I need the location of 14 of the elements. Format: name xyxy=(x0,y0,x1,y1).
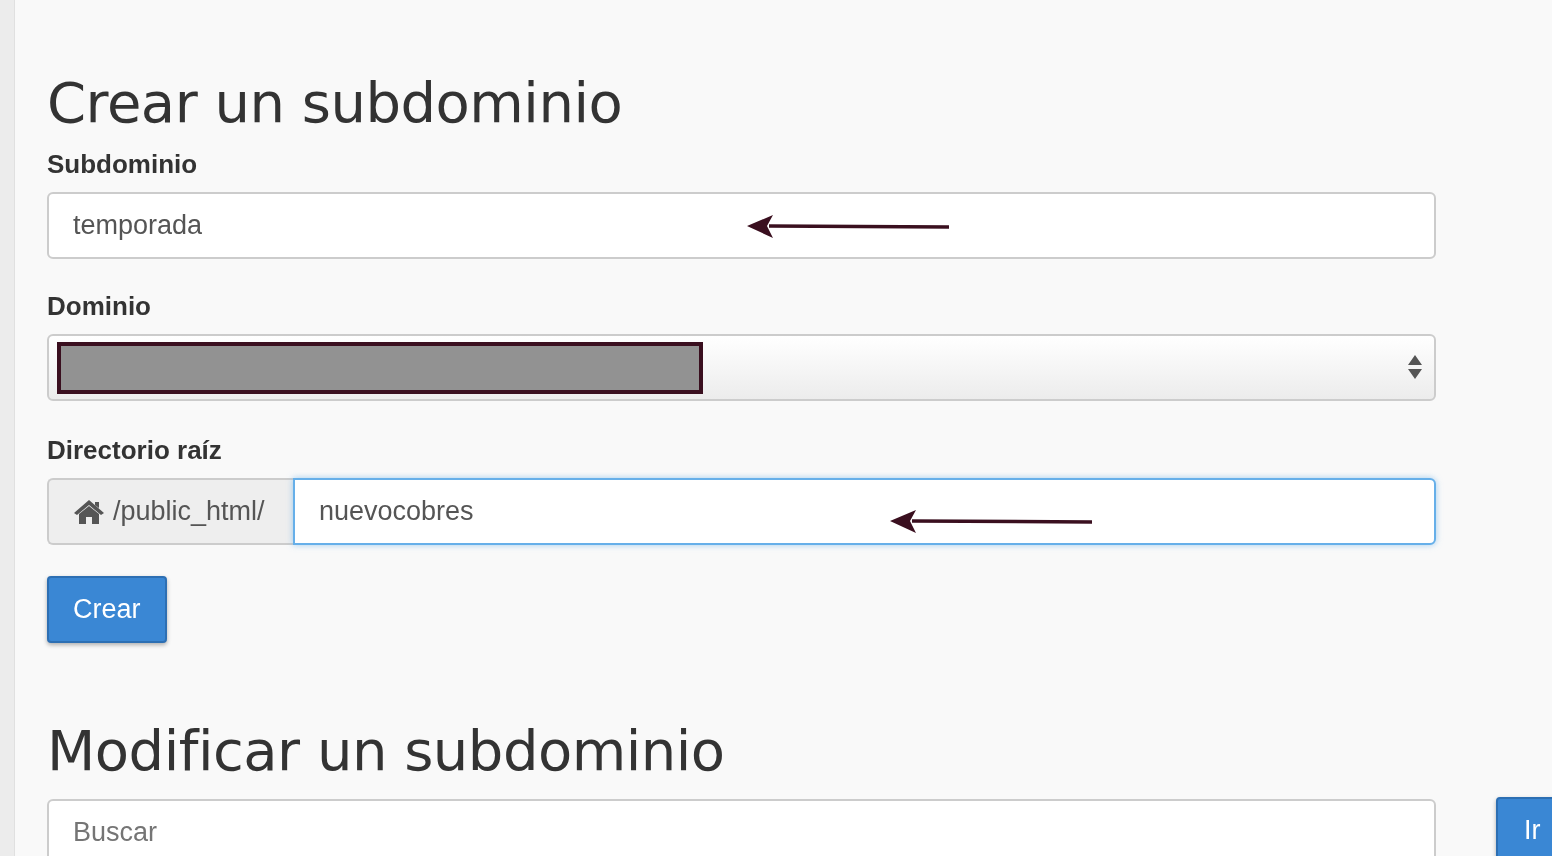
create-button[interactable]: Crear xyxy=(47,576,167,643)
subdomain-input[interactable]: temporada xyxy=(47,192,1436,259)
field-label: Subdominio xyxy=(47,149,199,180)
field-label: Directorio raíz xyxy=(47,435,223,466)
section-heading: Crear un subdominio xyxy=(47,75,624,131)
document-root-input[interactable]: nuevocobres xyxy=(293,478,1436,545)
path-text: /public_html/ xyxy=(113,496,265,527)
field-label: Dominio xyxy=(47,291,152,322)
go-button[interactable]: Ir xyxy=(1496,797,1552,856)
domain-select[interactable] xyxy=(47,334,1436,401)
up-down-icon xyxy=(1408,354,1422,381)
search-field[interactable]: Buscar xyxy=(47,799,1436,856)
section-heading: Modificar un subdominio xyxy=(47,723,726,779)
home-icon xyxy=(73,498,105,525)
